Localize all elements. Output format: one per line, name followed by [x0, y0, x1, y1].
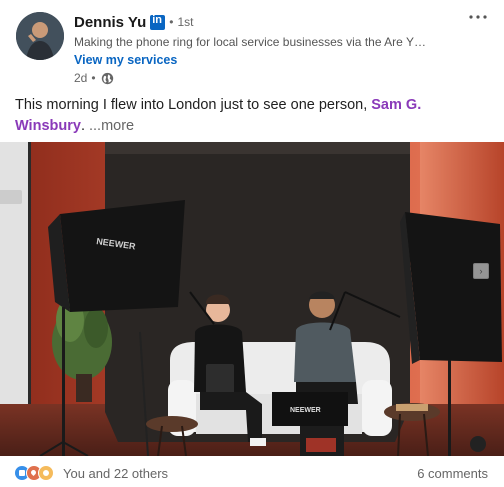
- view-services-link[interactable]: View my services: [74, 53, 177, 67]
- author-avatar[interactable]: [16, 12, 64, 60]
- social-counts: You and 22 others 6 comments: [14, 463, 490, 483]
- post-text-body: This morning I flew into London just to …: [15, 97, 372, 113]
- feed-post: Dennis Yu • 1st Making the phone ring fo…: [0, 0, 504, 487]
- reactions-count[interactable]: You and 22 others: [63, 466, 168, 481]
- connection-degree: 1st: [177, 15, 194, 29]
- globe-icon: [101, 72, 113, 84]
- insightful-icon: [38, 465, 54, 481]
- post-text-end: .: [80, 118, 85, 134]
- post-time: 2d: [74, 71, 88, 85]
- carousel-prev-button[interactable]: [0, 190, 22, 204]
- reaction-icons[interactable]: [14, 465, 54, 481]
- post-meta: 2d •: [74, 71, 114, 85]
- see-more-link[interactable]: ...more: [89, 118, 134, 134]
- separator-dot: •: [169, 15, 174, 29]
- box-brand: NEEWER: [290, 407, 321, 414]
- author-headline: Making the phone ring for local service …: [74, 35, 426, 49]
- author-name[interactable]: Dennis Yu: [74, 14, 146, 31]
- more-options-icon[interactable]: [466, 8, 490, 26]
- linkedin-icon: [150, 14, 166, 30]
- comments-count[interactable]: 6 comments: [417, 466, 488, 481]
- separator-dot: •: [91, 71, 96, 85]
- author-row: Dennis Yu • 1st: [74, 12, 193, 32]
- post-text: This morning I flew into London just to …: [15, 95, 485, 137]
- chevron-right-icon[interactable]: ›: [473, 263, 489, 279]
- post-image[interactable]: NEEWER NEEWER: [0, 142, 504, 456]
